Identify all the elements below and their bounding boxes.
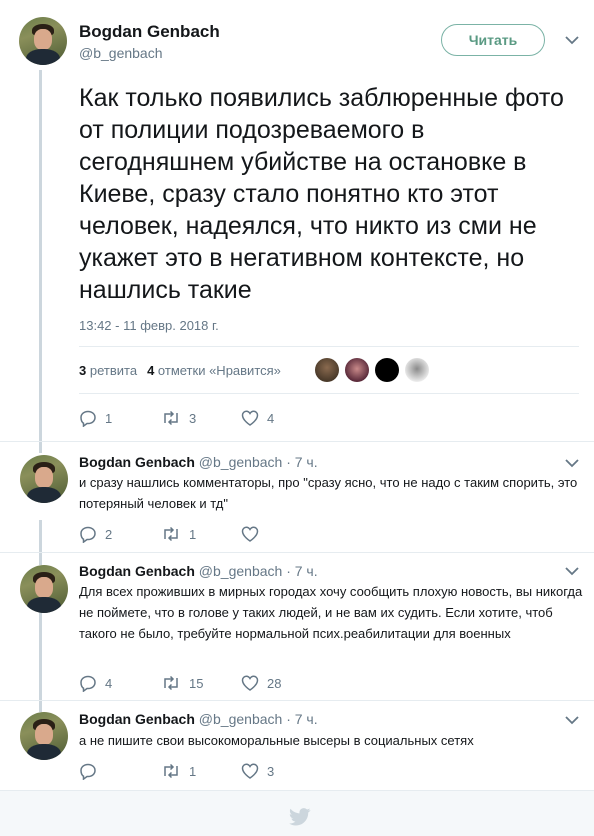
thread-line — [39, 520, 42, 565]
reply-count: 4 — [105, 675, 113, 691]
author-handle[interactable]: @b_genbach — [79, 45, 163, 61]
heart-icon — [241, 410, 259, 426]
retweet-count: 1 — [189, 526, 197, 542]
reply-icon — [79, 762, 97, 780]
like-count: 4 — [267, 410, 275, 426]
like-count: 3 — [267, 763, 275, 779]
retweet-button[interactable]: 1 — [161, 763, 241, 779]
retweet-count: 15 — [189, 675, 204, 691]
avatar[interactable] — [20, 565, 68, 613]
divider — [0, 552, 594, 553]
liker-avatar[interactable] — [315, 358, 339, 382]
tweet-actions: 1 3 4 — [79, 409, 274, 427]
reply-button[interactable]: 1 — [79, 409, 161, 427]
reply-button[interactable] — [79, 762, 161, 780]
like-count: 28 — [267, 675, 282, 691]
like-button[interactable]: 28 — [241, 675, 281, 691]
chevron-down-icon[interactable] — [565, 567, 579, 576]
likers-avatars — [315, 358, 429, 382]
divider — [0, 441, 594, 442]
reply-text: и сразу нашлись комментаторы, про "сразу… — [79, 475, 578, 511]
reply-actions: 2 1 — [79, 525, 267, 543]
author-name[interactable]: Bogdan Genbach — [79, 711, 195, 727]
reply-icon — [79, 409, 97, 427]
author-handle[interactable]: @b_genbach — [199, 563, 283, 579]
reply-button[interactable]: 2 — [79, 525, 161, 543]
avatar[interactable] — [20, 455, 68, 503]
reply-text: Для всех проживших в мирных городах хочу… — [79, 584, 583, 641]
tweet-text: Как только появились заблюренные фото от… — [79, 84, 564, 304]
reply-icon — [79, 674, 97, 692]
heart-icon — [241, 763, 259, 779]
divider — [79, 393, 579, 394]
author-handle[interactable]: @b_genbach — [199, 454, 283, 470]
retweets-stat[interactable]: 3 ретвита — [79, 363, 137, 378]
heart-icon — [241, 526, 259, 542]
reply-button[interactable]: 4 — [79, 674, 161, 692]
heart-icon — [241, 675, 259, 691]
reply-icon — [79, 525, 97, 543]
tweet-timestamp[interactable]: 13:42 - 11 февр. 2018 г. — [79, 318, 219, 333]
divider — [79, 346, 579, 347]
like-button[interactable]: 3 — [241, 763, 274, 779]
reply-time[interactable]: · 7 ч. — [286, 454, 317, 470]
author-handle[interactable]: @b_genbach — [199, 711, 283, 727]
liker-avatar[interactable] — [345, 358, 369, 382]
avatar[interactable] — [20, 712, 68, 760]
like-button[interactable]: 4 — [241, 410, 274, 426]
follow-button[interactable]: Читать — [441, 24, 545, 56]
likes-stat[interactable]: 4 отметки «Нравится» — [147, 363, 281, 378]
reply-actions: 1 3 — [79, 762, 274, 780]
divider — [0, 700, 594, 701]
reply-time[interactable]: · 7 ч. — [286, 711, 317, 727]
retweet-icon — [161, 526, 181, 542]
author-name[interactable]: Bogdan Genbach — [79, 454, 195, 470]
reply-text: а не пишите свои высокоморальные высеры … — [79, 733, 474, 748]
tweet-stats: 3 ретвита 4 отметки «Нравится» — [79, 363, 281, 378]
retweet-count: 3 — [189, 410, 197, 426]
like-button[interactable] — [241, 526, 267, 542]
retweet-icon — [161, 410, 181, 426]
footer — [0, 790, 594, 836]
reply-header: Bogdan Genbach @b_genbach · 7 ч. — [79, 711, 318, 727]
retweet-icon — [161, 675, 181, 691]
author-name[interactable]: Bogdan Genbach — [79, 22, 220, 42]
reply-header: Bogdan Genbach @b_genbach · 7 ч. — [79, 454, 318, 470]
retweet-button[interactable]: 3 — [161, 410, 241, 426]
reply-actions: 4 15 28 — [79, 674, 281, 692]
chevron-down-icon[interactable] — [565, 459, 579, 468]
reply-count: 2 — [105, 526, 113, 542]
chevron-down-icon[interactable] — [565, 36, 579, 45]
chevron-down-icon[interactable] — [565, 716, 579, 725]
retweet-button[interactable]: 15 — [161, 675, 241, 691]
twitter-bird-icon[interactable] — [289, 808, 311, 831]
reply-header: Bogdan Genbach @b_genbach · 7 ч. — [79, 563, 318, 579]
liker-avatar[interactable] — [405, 358, 429, 382]
liker-avatar[interactable] — [375, 358, 399, 382]
author-name[interactable]: Bogdan Genbach — [79, 563, 195, 579]
reply-time[interactable]: · 7 ч. — [286, 563, 317, 579]
retweet-icon — [161, 763, 181, 779]
reply-count: 1 — [105, 410, 113, 426]
retweet-count: 1 — [189, 763, 197, 779]
avatar[interactable] — [19, 17, 67, 65]
retweet-button[interactable]: 1 — [161, 526, 241, 542]
thread-line — [39, 612, 42, 712]
thread-line — [39, 70, 42, 453]
